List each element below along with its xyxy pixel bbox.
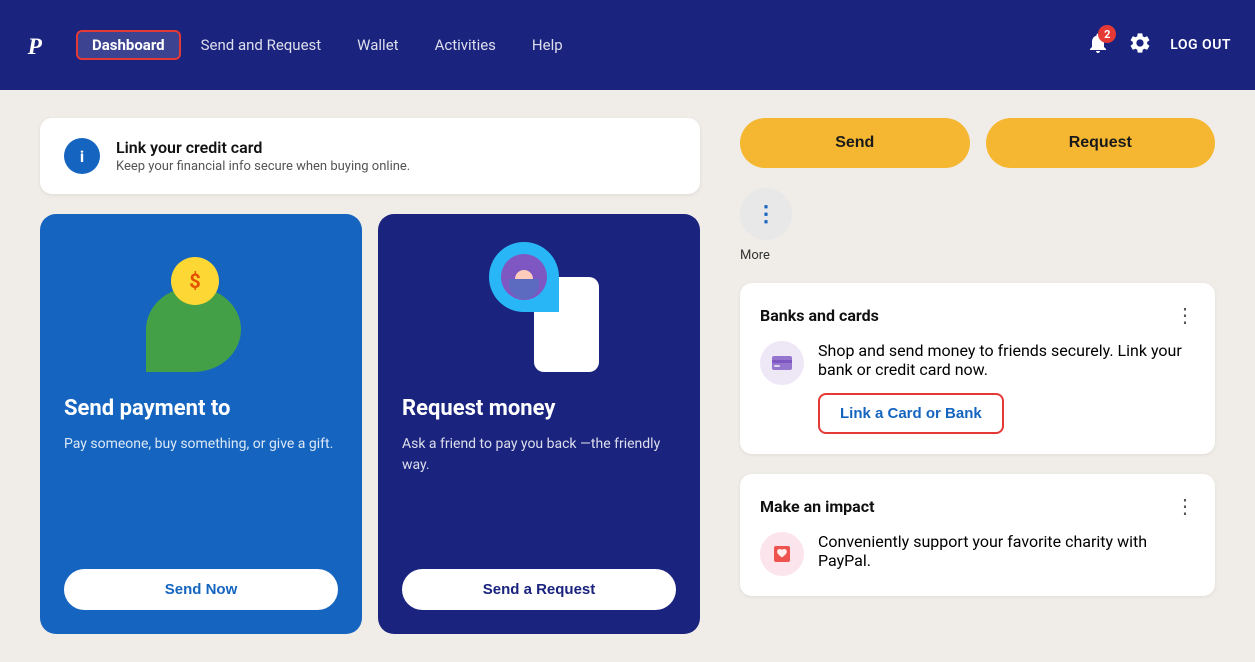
more-label: More [740, 248, 770, 263]
send-card-title: Send payment to [64, 396, 230, 422]
banks-section-menu[interactable]: ⋮ [1175, 303, 1195, 327]
send-illustration: $ [64, 242, 338, 372]
nav-help[interactable]: Help [516, 30, 579, 60]
bank-icon [760, 341, 804, 385]
nav-send-request[interactable]: Send and Request [185, 30, 338, 60]
notification-button[interactable]: 2 [1086, 31, 1110, 59]
link-card-bank-button[interactable]: Link a Card or Bank [818, 393, 1004, 434]
impact-description: Conveniently support your favorite chari… [818, 532, 1195, 570]
request-button[interactable]: Request [986, 118, 1216, 168]
charity-icon [760, 532, 804, 576]
impact-section-text: Conveniently support your favorite chari… [818, 532, 1195, 570]
request-card-title: Request money [402, 396, 555, 422]
more-button[interactable]: ⋮ [740, 188, 792, 240]
request-card-description: Ask a friend to pay you back —the friend… [402, 434, 676, 545]
send-request-button[interactable]: Send a Request [402, 569, 676, 610]
svg-text:P: P [27, 34, 43, 60]
header-right: 2 LOG OUT [1086, 31, 1231, 59]
send-now-button[interactable]: Send Now [64, 569, 338, 610]
more-section: ⋮ More [740, 188, 1215, 263]
info-text: Link your credit card Keep your financia… [116, 138, 410, 174]
request-illustration [402, 242, 676, 372]
main-nav: Dashboard Send and Request Wallet Activi… [76, 30, 579, 60]
info-description: Keep your financial info secure when buy… [116, 159, 410, 174]
nav-wallet[interactable]: Wallet [341, 30, 414, 60]
req-illus [474, 242, 604, 372]
send-payment-card: $ Send payment to Pay someone, buy somet… [40, 214, 362, 634]
info-banner: i Link your credit card Keep your financ… [40, 118, 700, 194]
impact-section-content: Conveniently support your favorite chari… [760, 532, 1195, 576]
impact-section: Make an impact ⋮ Conveniently support yo… [740, 474, 1215, 596]
nav-dashboard[interactable]: Dashboard [76, 30, 181, 60]
main-content: i Link your credit card Keep your financ… [0, 90, 1255, 662]
header: P Dashboard Send and Request Wallet Acti… [0, 0, 1255, 90]
send-card-description: Pay someone, buy something, or give a gi… [64, 434, 333, 545]
banks-section: Banks and cards ⋮ Shop and send money to… [740, 283, 1215, 454]
impact-section-menu[interactable]: ⋮ [1175, 494, 1195, 518]
banks-section-content: Shop and send money to friends securely.… [760, 341, 1195, 434]
info-icon: i [64, 138, 100, 174]
request-money-card: Request money Ask a friend to pay you ba… [378, 214, 700, 634]
banks-section-title: Banks and cards [760, 306, 879, 325]
paypal-logo: P [24, 27, 60, 63]
notification-badge: 2 [1098, 25, 1116, 43]
banks-section-header: Banks and cards ⋮ [760, 303, 1195, 327]
banks-description: Shop and send money to friends securely.… [818, 341, 1195, 379]
nav-activities[interactable]: Activities [419, 30, 512, 60]
send-button[interactable]: Send [740, 118, 970, 168]
more-dots-icon: ⋮ [755, 201, 777, 227]
impact-section-header: Make an impact ⋮ [760, 494, 1195, 518]
banks-section-text: Shop and send money to friends securely.… [818, 341, 1195, 434]
info-title: Link your credit card [116, 138, 410, 157]
left-panel: i Link your credit card Keep your financ… [40, 118, 700, 634]
action-buttons: Send Request [740, 118, 1215, 168]
impact-section-title: Make an impact [760, 497, 875, 516]
cards-row: $ Send payment to Pay someone, buy somet… [40, 214, 700, 634]
right-panel: Send Request ⋮ More Banks and cards ⋮ [740, 118, 1215, 634]
settings-button[interactable] [1128, 31, 1152, 59]
logout-button[interactable]: LOG OUT [1170, 37, 1231, 53]
send-illus: $ [141, 252, 261, 372]
